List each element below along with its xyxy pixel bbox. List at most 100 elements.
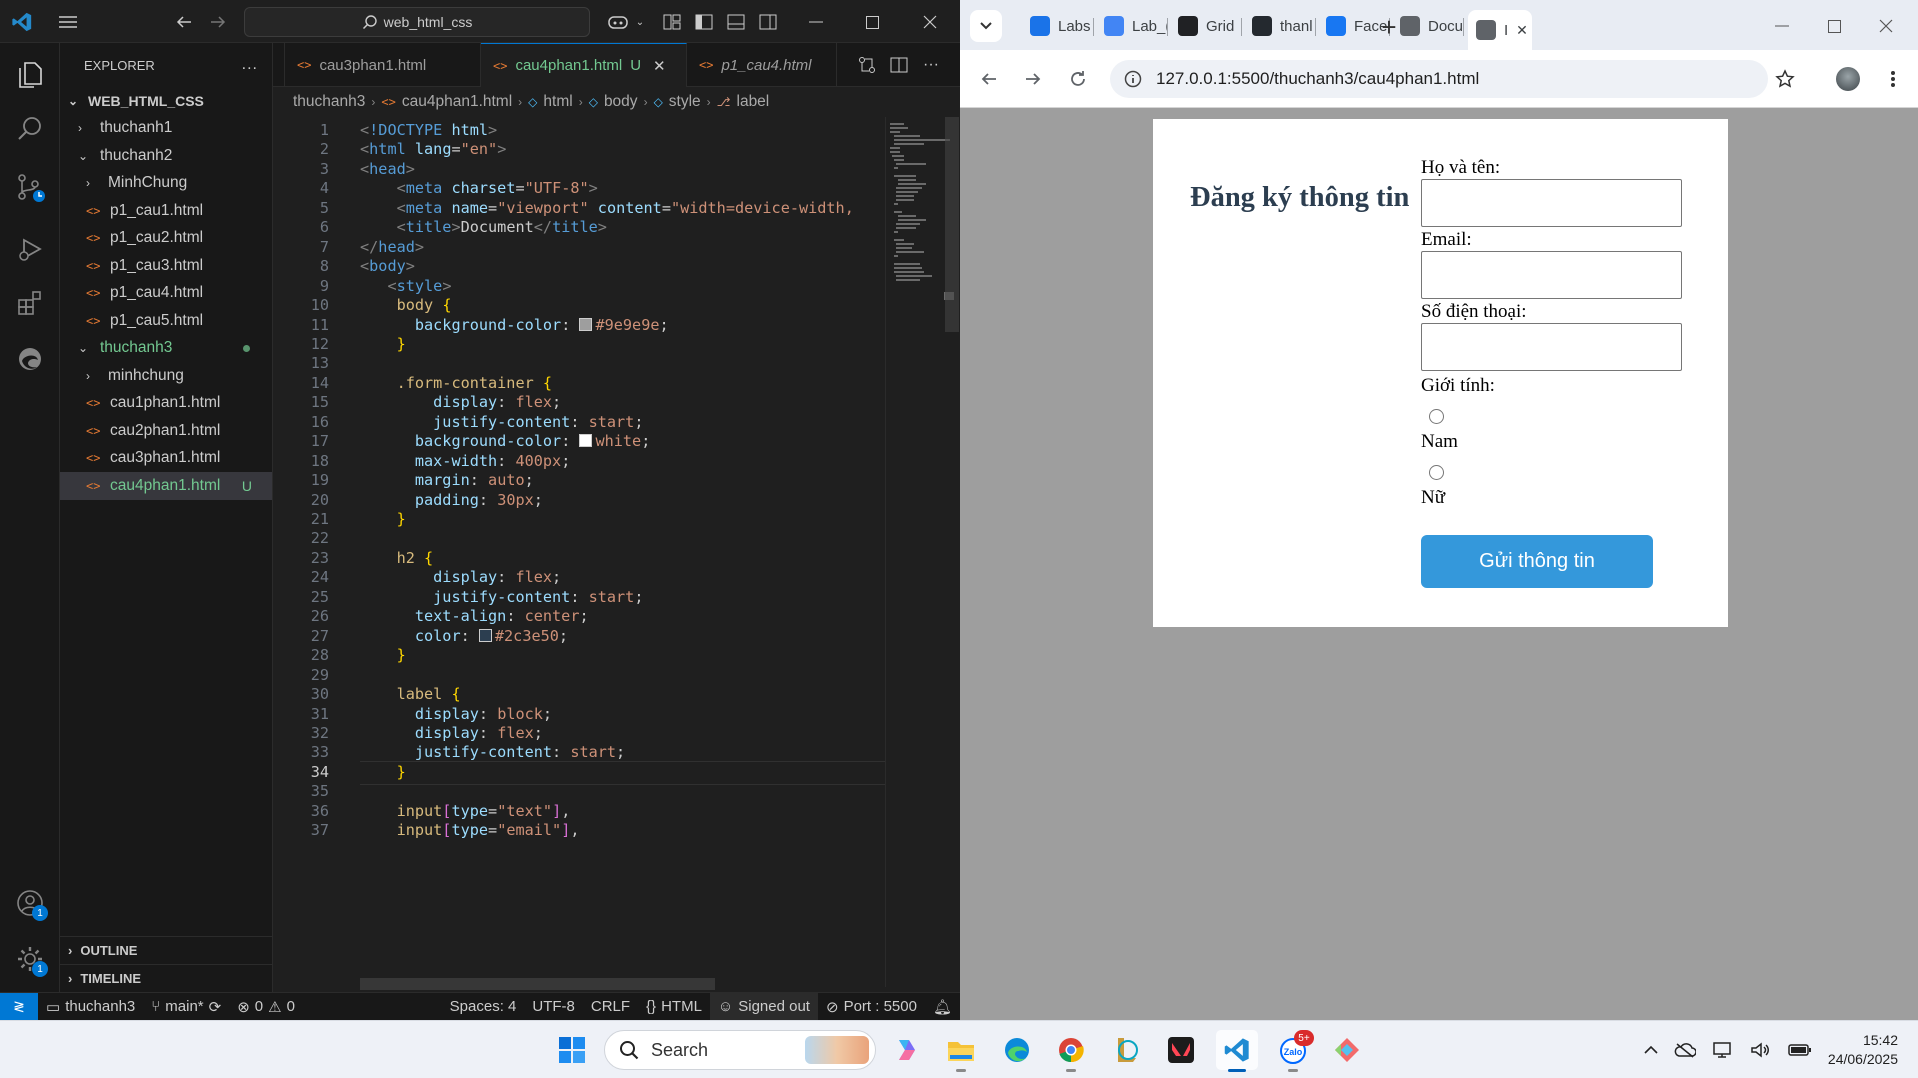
accounts-icon[interactable]: 1: [10, 883, 50, 923]
code-line[interactable]: <meta name="viewport" content="width=dev…: [360, 199, 854, 217]
tab-p1-cau4[interactable]: <> p1_cau4.html: [687, 43, 837, 87]
browser-tab[interactable]: Labs: [1022, 10, 1094, 42]
code-line[interactable]: display: flex;: [360, 568, 561, 586]
forward-arrow-icon[interactable]: [204, 8, 232, 36]
code-line[interactable]: input[type="text"],: [360, 802, 571, 820]
toggle-secondary-sidebar-icon[interactable]: [754, 8, 782, 36]
workspace-root[interactable]: ⌄ WEB_HTML_CSS: [60, 87, 272, 115]
remote-icon[interactable]: ≷: [0, 992, 38, 1021]
browser-tab[interactable]: Grid: [1170, 10, 1242, 42]
breadcrumb-item[interactable]: style: [669, 93, 701, 111]
extensions-icon[interactable]: [10, 283, 50, 323]
site-info-icon[interactable]: [1124, 70, 1142, 88]
more-vertical-icon[interactable]: [1878, 64, 1908, 94]
league-of-legends-icon[interactable]: [1106, 1030, 1148, 1070]
copilot-app-icon[interactable]: [886, 1030, 928, 1070]
code-editor[interactable]: 1 <!DOCTYPE html> 2 <html lang="en"> 3 <head>…: [273, 117, 885, 987]
file-item[interactable]: <> p1_cau3.html: [60, 252, 272, 280]
breadcrumb-item[interactable]: thuchanh3: [293, 93, 365, 111]
source-control-icon[interactable]: [10, 167, 50, 207]
status-problems[interactable]: ⊗ 0 ⚠ 0: [229, 993, 303, 1021]
male-radio[interactable]: [1429, 409, 1444, 424]
folder-item[interactable]: ⌄ thuchanh3: [60, 335, 272, 363]
code-line[interactable]: }: [360, 646, 406, 664]
status-account[interactable]: ☺ Signed out: [709, 992, 818, 1021]
code-line[interactable]: label {: [360, 685, 461, 703]
gear-icon[interactable]: 1: [10, 939, 50, 979]
toggle-sidebar-icon[interactable]: [690, 8, 718, 36]
file-item[interactable]: <> p1_cau2.html: [60, 225, 272, 253]
status-branch[interactable]: ⑂ main* ⟳: [143, 993, 229, 1021]
breadcrumb-item[interactable]: html: [543, 93, 572, 111]
folder-item[interactable]: › MinhChung: [60, 170, 272, 198]
chrome-browser-icon[interactable]: [1050, 1030, 1092, 1072]
status-live-server[interactable]: ⊘ Port : 5500: [818, 993, 925, 1021]
edge-tools-icon[interactable]: [10, 339, 50, 379]
run-debug-icon[interactable]: [10, 229, 50, 269]
folder-item[interactable]: ⌄ thuchanh2: [60, 142, 272, 170]
tab-search-chevron-icon[interactable]: [970, 10, 1002, 42]
code-line[interactable]: max-width: 400px;: [360, 452, 570, 470]
tab-cau4phan1[interactable]: <> cau4phan1.html U ✕: [481, 43, 687, 87]
code-line[interactable]: display: flex;: [360, 724, 543, 742]
maximize-icon[interactable]: [1822, 14, 1846, 38]
code-line[interactable]: display: block;: [360, 705, 552, 723]
female-radio[interactable]: [1429, 465, 1444, 480]
code-line[interactable]: <head>: [360, 160, 415, 178]
maximize-icon[interactable]: [858, 8, 886, 36]
browser-tab[interactable]: thanl: [1244, 10, 1316, 42]
email-input[interactable]: [1421, 251, 1682, 299]
file-item[interactable]: <> p1_cau5.html: [60, 307, 272, 335]
code-line[interactable]: }: [360, 335, 406, 353]
new-tab-button[interactable]: +: [1374, 12, 1404, 42]
back-arrow-icon[interactable]: [974, 64, 1004, 94]
vscode-app-icon[interactable]: [1216, 1030, 1258, 1072]
taskbar-search[interactable]: Search: [604, 1030, 876, 1070]
edge-browser-icon[interactable]: [996, 1030, 1038, 1070]
outline-section[interactable]: › OUTLINE: [60, 936, 273, 964]
code-line[interactable]: <body>: [360, 257, 415, 275]
code-line[interactable]: </head>: [360, 238, 424, 256]
back-arrow-icon[interactable]: [170, 8, 198, 36]
code-line[interactable]: background-color: #9e9e9e;: [360, 316, 669, 334]
code-line[interactable]: <!DOCTYPE html>: [360, 121, 497, 139]
code-line[interactable]: body {: [360, 296, 452, 314]
code-line[interactable]: margin: auto;: [360, 471, 534, 489]
close-window-icon[interactable]: [916, 8, 944, 36]
timeline-section[interactable]: › TIMELINE: [60, 964, 273, 992]
code-line[interactable]: }: [360, 510, 406, 528]
battery-icon[interactable]: [1788, 1042, 1812, 1058]
close-tab-icon[interactable]: ✕: [1516, 22, 1528, 39]
code-line[interactable]: text-align: center;: [360, 607, 589, 625]
avatar[interactable]: [1833, 64, 1863, 94]
close-window-icon[interactable]: [1874, 14, 1898, 38]
menu-icon[interactable]: [54, 8, 82, 36]
code-line[interactable]: <meta charset="UTF-8">: [360, 179, 598, 197]
split-editor-icon[interactable]: [885, 51, 913, 79]
status-folder[interactable]: ▭ thuchanh3: [38, 993, 143, 1021]
onedrive-offline-icon[interactable]: [1674, 1042, 1696, 1058]
gitkraken-icon[interactable]: [1326, 1030, 1368, 1070]
status-indentation[interactable]: Spaces: 4: [442, 993, 525, 1021]
status-encoding[interactable]: UTF-8: [524, 993, 583, 1021]
search-icon[interactable]: [10, 109, 50, 149]
compare-changes-icon[interactable]: [853, 51, 881, 79]
clock[interactable]: 15:42 24/06/2025: [1828, 1031, 1898, 1069]
file-item[interactable]: <> cau3phan1.html: [60, 445, 272, 473]
code-line[interactable]: }: [360, 763, 406, 781]
explorer-icon[interactable]: [10, 55, 50, 95]
file-item[interactable]: <> cau2phan1.html: [60, 417, 272, 445]
code-line[interactable]: justify-content: start;: [360, 413, 643, 431]
tab-cau3phan1[interactable]: <> cau3phan1.html: [285, 43, 481, 87]
code-line[interactable]: display: flex;: [360, 393, 561, 411]
chevron-down-icon[interactable]: ⌄: [626, 8, 654, 36]
code-line[interactable]: padding: 30px;: [360, 491, 543, 509]
notifications-icon[interactable]: 🔔︎: [925, 993, 960, 1021]
file-item[interactable]: <> p1_cau1.html: [60, 197, 272, 225]
phone-input[interactable]: [1421, 323, 1682, 371]
sync-icon[interactable]: ⟳: [209, 998, 222, 1016]
status-eol[interactable]: CRLF: [583, 993, 638, 1021]
network-icon[interactable]: [1712, 1041, 1734, 1059]
close-tab-icon[interactable]: ✕: [653, 57, 666, 75]
more-actions-icon[interactable]: ···: [917, 51, 945, 79]
